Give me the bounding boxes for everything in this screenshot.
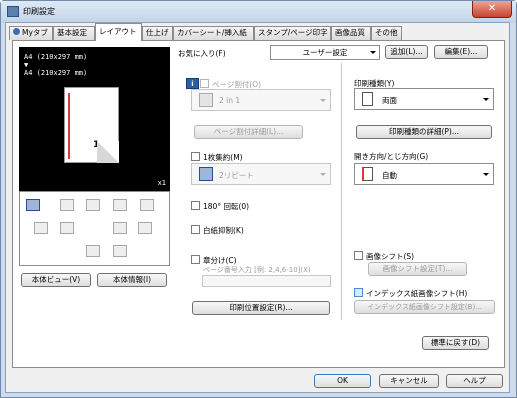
chapter-hint: ページ番号入力 [例: 2,4,6-10](X)	[203, 266, 311, 274]
staple-icon	[60, 199, 74, 211]
chevron-down-icon	[370, 51, 376, 54]
image-shift-settings-button[interactable]: 画像シフト設定(T)...	[368, 262, 467, 276]
print-type-select[interactable]: 両面	[354, 88, 494, 110]
preview-zoom: x1	[157, 179, 166, 187]
chapter-checkbox[interactable]	[191, 255, 200, 264]
chevron-down-icon	[483, 173, 489, 176]
device-view-button[interactable]: 本体ビュー(V)	[21, 273, 91, 287]
tab-my-tab[interactable]: Myタブ	[9, 26, 53, 40]
close-button[interactable]: ✕	[472, 1, 512, 18]
binding-margin-mark	[68, 93, 70, 159]
page-fold-icon	[97, 141, 119, 163]
rotate-label: 180° 回転(0)	[203, 202, 250, 211]
poster-select[interactable]: 2リピート	[191, 163, 331, 185]
combination-select[interactable]: 2 in 1	[191, 89, 331, 111]
punch-icon	[86, 199, 100, 211]
print-type-value: 両面	[382, 96, 397, 105]
chevron-down-icon	[320, 99, 326, 102]
tab-basic[interactable]: 基本設定	[53, 26, 95, 40]
print-type-details-button[interactable]: 印刷種類の詳細(P)...	[356, 125, 492, 139]
tab-layout[interactable]: レイアウト	[95, 23, 142, 41]
binding-select[interactable]: 自動	[354, 163, 494, 185]
favorite-select[interactable]: ユーザー設定	[270, 45, 380, 60]
sheet-icon	[113, 222, 127, 234]
combination-value: 2 in 1	[219, 96, 241, 105]
add-favorite-button[interactable]: 追加(L)...	[385, 45, 428, 59]
preview-paper-size: A4 (210x297 mm)	[24, 53, 88, 61]
chevron-down-icon	[320, 173, 326, 176]
index-shift-settings-button[interactable]: インデックス紙画像シフト設定(B)...	[354, 300, 495, 314]
tab-label: Myタブ	[22, 28, 48, 37]
device-info-button[interactable]: 本体情報(I)	[97, 273, 167, 287]
tab-other[interactable]: その他	[371, 26, 402, 40]
binding-value: 自動	[382, 171, 397, 180]
help-button[interactable]: ヘルプ	[446, 374, 503, 388]
print-position-button[interactable]: 印刷位置設定(R)...	[192, 301, 330, 315]
rotate-checkbox[interactable]	[191, 201, 200, 210]
image-shift-checkbox[interactable]	[354, 251, 363, 260]
preview-arrow: ▼	[24, 61, 29, 69]
favorite-label: お気に入り(F)	[178, 49, 226, 58]
paper-preview: A4 (210x297 mm) ▼ A4 (210x297 mm) 1 x1	[19, 47, 170, 191]
combination-checkbox[interactable]	[200, 79, 209, 88]
restore-defaults-button[interactable]: 標準に戻す(D)	[422, 336, 489, 350]
person-icon	[86, 245, 100, 257]
poster-label: 1枚集約(M)	[203, 153, 243, 162]
tab-stamp[interactable]: スタンプ/ページ印字	[254, 26, 331, 40]
insert-icon	[138, 222, 152, 234]
poster-checkbox[interactable]	[191, 152, 200, 161]
user-icon	[13, 28, 20, 35]
preview-output-size: A4 (210x297 mm)	[24, 69, 88, 77]
cancel-button[interactable]: キャンセル	[379, 374, 439, 388]
combination-details-button[interactable]: ページ割付詳細(L)...	[194, 125, 303, 139]
cover-icon	[60, 222, 74, 234]
duplex-page-icon	[362, 92, 373, 106]
tab-image-quality[interactable]: 画像品質	[331, 26, 371, 40]
index-shift-checkbox[interactable]	[354, 288, 363, 297]
image-shift-label: 画像シフト(S)	[366, 252, 415, 261]
chevron-down-icon	[483, 98, 489, 101]
column-divider	[341, 63, 342, 320]
window-title: 印刷設定	[23, 7, 55, 16]
booklet-icon	[113, 199, 127, 211]
info-icon[interactable]: i	[186, 78, 199, 89]
chapter-pages-input[interactable]	[202, 275, 331, 287]
index-shift-label: インデックス紙画像シフト(H)	[366, 289, 468, 298]
binding-direction-icon	[362, 167, 373, 181]
binding-label: 開き方向/とじ方向(G)	[354, 152, 429, 161]
device-icon-panel	[19, 191, 170, 266]
two-up-icon	[199, 93, 213, 107]
fold-icon	[140, 199, 154, 211]
printer-icon	[7, 6, 19, 17]
tab-finishing[interactable]: 仕上げ	[142, 26, 173, 40]
ok-button[interactable]: OK	[314, 374, 371, 388]
tab-cover-sheet[interactable]: カバーシート/挿入紙	[173, 26, 254, 40]
repeat-icon	[199, 167, 213, 181]
skip-blank-checkbox[interactable]	[191, 225, 200, 234]
poster-value: 2リピート	[219, 171, 254, 180]
title-bar: 印刷設定 ✕	[1, 1, 516, 23]
edit-favorite-button[interactable]: 編集(E)...	[434, 45, 488, 59]
favorite-value: ユーザー設定	[302, 48, 348, 57]
output-tray-icon	[26, 199, 40, 211]
preview-page: 1	[64, 87, 119, 163]
stamp-icon	[113, 245, 127, 257]
duplex-icon	[34, 222, 48, 234]
skip-blank-label: 白紙抑制(K)	[203, 226, 244, 235]
